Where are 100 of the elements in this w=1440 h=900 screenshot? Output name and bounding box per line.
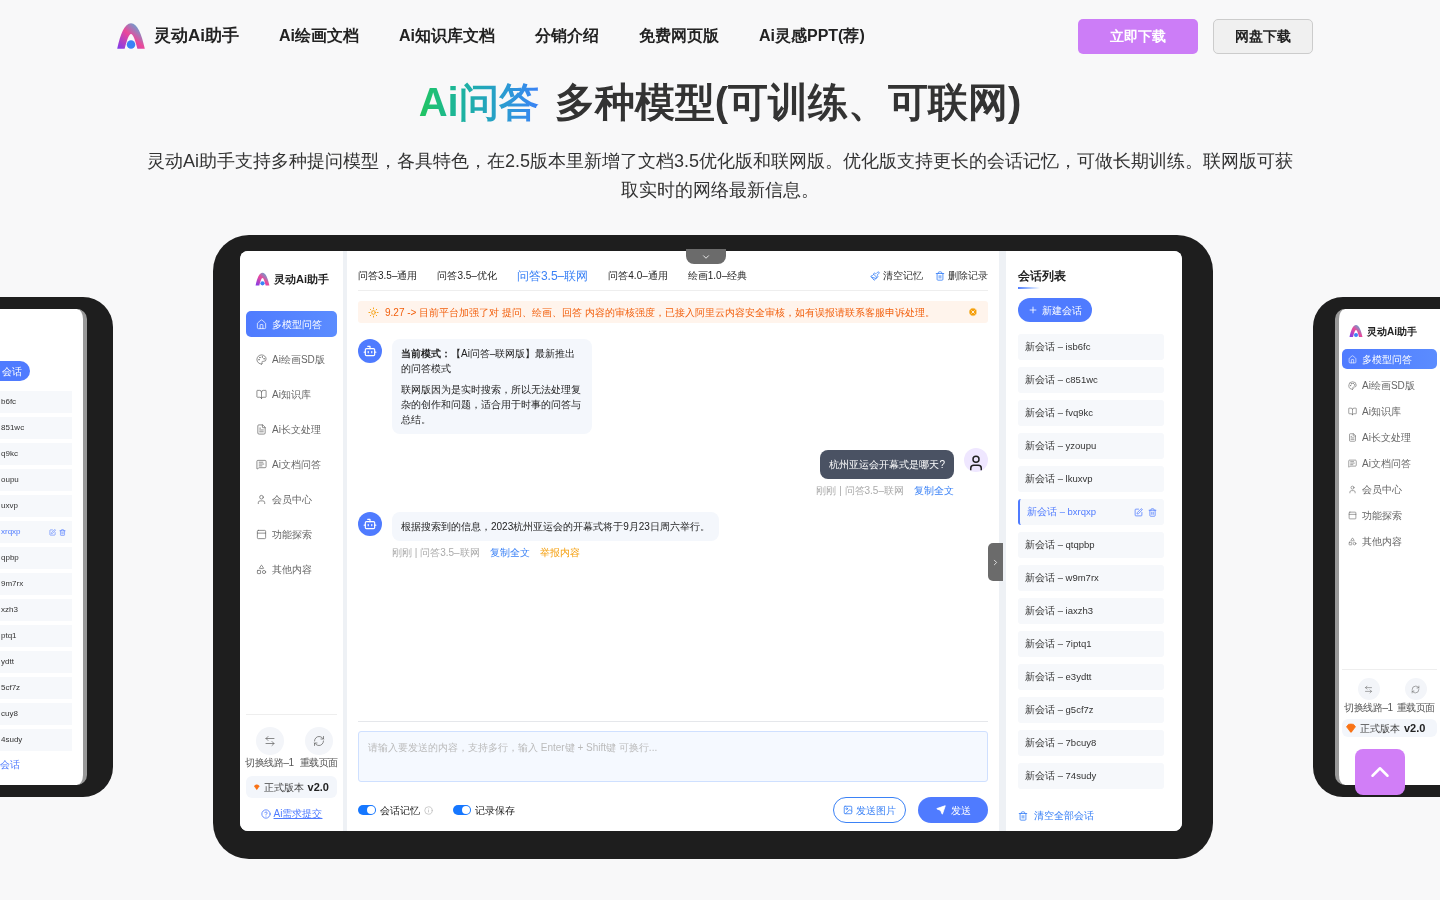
session-item[interactable]: ptq1 (0, 625, 72, 647)
robot-icon (363, 344, 377, 358)
session-item[interactable]: 新会话 – 7iptq1 (1018, 631, 1164, 657)
session-item[interactable]: 新会话 – isb6fc (1018, 334, 1164, 360)
shapes-icon (1348, 536, 1357, 546)
edit-icon[interactable] (49, 528, 56, 536)
session-name: 9m7rx (1, 578, 24, 590)
sidebar-item[interactable]: Ai文档问答 (1342, 453, 1437, 473)
copy-link[interactable]: 复制全文 (914, 483, 954, 498)
tool-label: 切换线路–1 (1344, 703, 1393, 713)
delete-icon[interactable] (59, 528, 66, 536)
message-text: 根据搜索到的信息，2023杭州亚运会的开幕式将于9月23日周六举行。 (401, 520, 710, 534)
shapes-icon (256, 563, 267, 575)
edit-icon[interactable] (1134, 507, 1143, 517)
toggle-switch[interactable] (358, 805, 376, 815)
session-item[interactable]: 新会话 – fvq9kc (1018, 400, 1164, 426)
session-name: uxvp (1, 500, 18, 512)
scroll-top-button[interactable] (1355, 749, 1405, 795)
nav-link[interactable]: 分销介绍 (535, 24, 599, 48)
tool-button[interactable] (304, 727, 333, 755)
session-name: 新会话 – qtqpbp (1025, 537, 1095, 552)
clear-all-button[interactable]: 清空全部会话 (1018, 808, 1094, 823)
session-item[interactable]: 4sudy (0, 729, 72, 751)
session-item[interactable]: xzh3 (0, 599, 72, 621)
sidebar-item[interactable]: Ai知识库 (1342, 401, 1437, 421)
sidebar-item[interactable]: 会员中心 (1342, 479, 1437, 499)
tool-button[interactable] (1404, 678, 1427, 700)
new-chat-button[interactable]: 新建会话 (1018, 298, 1092, 322)
session-item[interactable]: 851wc (0, 417, 72, 439)
nav-link[interactable]: Ai绘画文档 (279, 24, 359, 48)
session-item[interactable]: ydtt (0, 651, 72, 673)
sidebar-item[interactable]: 功能探索 (246, 521, 337, 547)
session-item[interactable]: 新会话 – w9m7rx (1018, 565, 1164, 591)
nav-link[interactable]: Ai知识库文档 (399, 24, 495, 48)
session-item[interactable]: qpbp (0, 547, 72, 569)
model-tab[interactable]: 问答3.5–联网 (516, 266, 589, 285)
model-tab[interactable]: 问答3.5–通用 (358, 268, 418, 283)
session-item[interactable]: 新会话 – yzoupu (1018, 433, 1164, 459)
send-icon (935, 805, 946, 815)
session-item[interactable]: 新会话 – bxrqxp (1018, 499, 1164, 525)
copy-link[interactable]: 复制全文 (489, 545, 530, 560)
refresh-icon (312, 735, 325, 747)
sidebar-item[interactable]: Ai知识库 (246, 381, 337, 407)
session-item[interactable]: 新会话 – 7bcuy8 (1018, 730, 1164, 756)
session-item[interactable]: uxvp (0, 495, 72, 517)
model-tab[interactable]: 绘画1.0–经典 (687, 268, 748, 283)
sidebar-item[interactable]: Ai绘画SD版 (1342, 375, 1437, 395)
session-item[interactable]: 新会话 – g5cf7z (1018, 697, 1164, 723)
feedback-link[interactable]: Ai需求提交 (273, 806, 323, 821)
tool-label: 重载页面 (1396, 703, 1435, 713)
robot-icon (363, 517, 377, 531)
clear-link[interactable]: 会话 (0, 757, 83, 772)
sidebar-item[interactable]: Ai长文处理 (1342, 427, 1437, 447)
bulb-icon (368, 306, 379, 318)
session-item[interactable]: xrqxp (0, 521, 72, 543)
new-chat-button[interactable]: 会话 (0, 361, 30, 381)
title-text: 多种模型(可训练、可联网) (554, 79, 1022, 126)
toolbar-button[interactable]: 清空记忆 (870, 268, 923, 283)
toolbar-button[interactable]: 删除记录 (935, 268, 988, 283)
session-item[interactable]: 新会话 – qtqpbp (1018, 532, 1164, 558)
session-item[interactable]: 5cf7z (0, 677, 72, 699)
notice-text: 9.27 -> 目前平台加强了对 提问、绘画、回答 内容的审核强度，已接入阿里云内容安全审核，如有误报请联系客服申诉处理。 (385, 305, 935, 320)
message-meta: 刚刚 | 问答3.5–联网 (392, 546, 480, 560)
sidebar-item[interactable]: Ai长文处理 (246, 416, 337, 442)
session-item[interactable]: 新会话 – iaxzh3 (1018, 598, 1164, 624)
sidebar-item[interactable]: Ai文档问答 (246, 451, 337, 477)
message-input[interactable]: 请输入要发送的内容，支持多行，输入 Enter键 + Shift键 可换行... (358, 731, 988, 782)
session-item[interactable]: 新会话 – e3ydtt (1018, 664, 1164, 690)
session-item[interactable]: b6fc (0, 391, 72, 413)
toggle-switch[interactable] (453, 805, 471, 815)
session-item[interactable]: oupu (0, 469, 72, 491)
tool-button[interactable] (255, 727, 284, 755)
collapse-tab[interactable] (686, 249, 726, 264)
session-item[interactable]: cuy8 (0, 703, 72, 725)
session-item[interactable]: q9kc (0, 443, 72, 465)
sidebar-item[interactable]: 功能探索 (1342, 505, 1437, 525)
nav-link[interactable]: 免费网页版 (639, 24, 719, 48)
delete-icon[interactable] (1148, 507, 1157, 517)
sidebar-item[interactable]: 其他内容 (1342, 531, 1437, 551)
session-item[interactable]: 新会话 – lkuxvp (1018, 466, 1164, 492)
nav-link[interactable]: Ai灵感PPT(荐) (759, 24, 865, 48)
tool-button[interactable] (1357, 678, 1380, 700)
session-name: xrqxp (1, 526, 21, 538)
send-button[interactable]: 发送 (918, 797, 988, 823)
close-icon[interactable] (968, 307, 978, 317)
tool-label: 重载页面 (299, 758, 338, 768)
sidebar-item[interactable]: Ai绘画SD版 (246, 346, 337, 372)
image-icon (843, 805, 853, 815)
diamond-icon (1346, 723, 1356, 733)
session-item[interactable]: 9m7rx (0, 573, 72, 595)
session-name: 新会话 – 7iptq1 (1025, 636, 1092, 651)
side-handle[interactable] (988, 543, 1003, 581)
sidebar-item[interactable]: 其他内容 (246, 556, 337, 582)
model-tab[interactable]: 问答4.0–通用 (608, 268, 668, 283)
sidebar-item[interactable]: 会员中心 (246, 486, 337, 512)
download-button[interactable]: 网盘下载 (1213, 18, 1313, 54)
model-tab[interactable]: 问答3.5–优化 (437, 268, 497, 283)
session-item[interactable]: 新会话 – 74sudy (1018, 763, 1164, 789)
session-name: 新会话 – 74sudy (1025, 768, 1097, 783)
session-item[interactable]: 新会话 – c851wc (1018, 367, 1164, 393)
